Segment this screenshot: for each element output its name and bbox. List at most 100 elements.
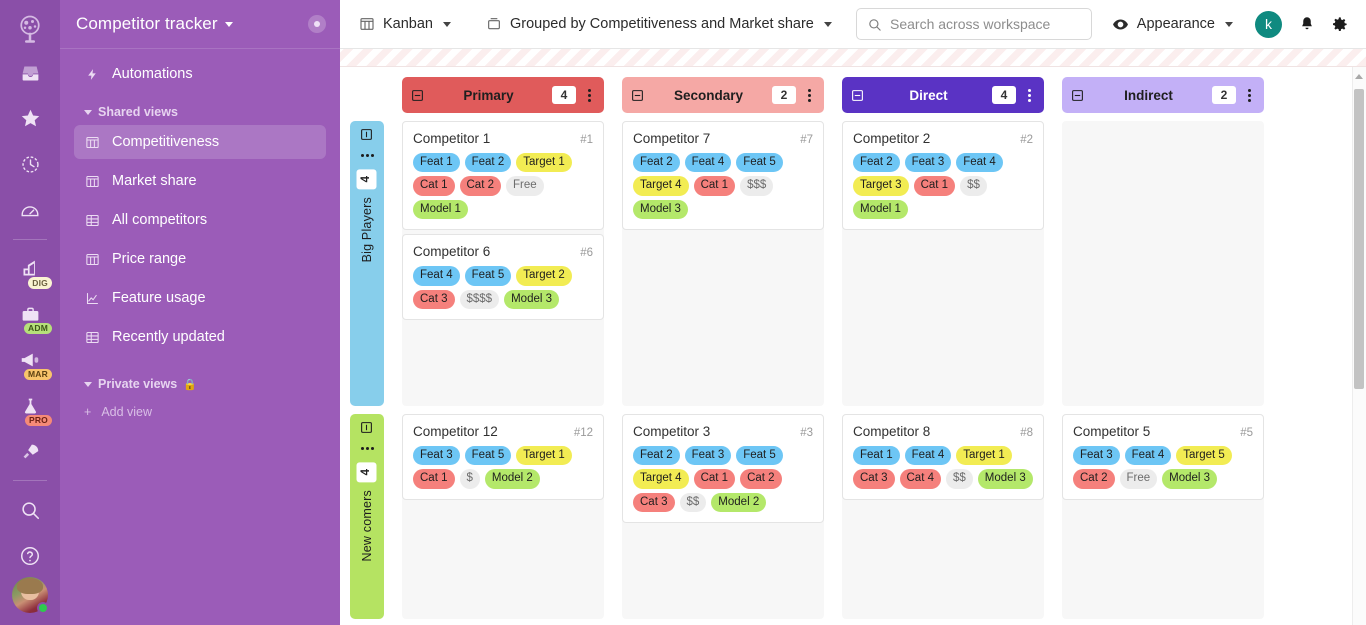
column-header-direct[interactable]: Direct 4 [842,77,1044,113]
swimlane-cell[interactable]: Competitor 1 #1 Feat 1 Feat 2 Target 1 Cat 1C… [402,121,604,406]
tag-cat: Cat 3 [413,289,455,309]
main-area: Kanban Grouped by Competitiveness and Ma… [340,0,1366,625]
appearance-button[interactable]: Appearance [1102,10,1243,39]
board-scroll-area: Primary 4 Secondary 2 Direct 4 Indirect 2 4 Big … [340,49,1366,625]
megaphone-icon[interactable]: MAR [8,339,52,381]
tag-price: $$$ [740,176,774,196]
card-number: #12 [573,427,593,439]
sidebar-item-label: Recently updated [112,329,225,345]
sidebar-item-price-range[interactable]: Price range [74,242,326,276]
sidebar-item-competitiveness[interactable]: Competitiveness [74,125,326,159]
rail-divider [13,238,47,240]
pin-icon[interactable] [308,15,326,33]
collapse-swimlane-icon[interactable] [360,128,374,142]
swimlane-cell[interactable]: Competitor 2 #2 Feat 2 Feat 3 Feat 4 Target 3… [842,121,1044,406]
card-tags: Feat 1 Feat 4 Target 1 Cat 3 Cat 4 $$ Model 3 [853,446,1033,489]
sidebar-item-feature-usage[interactable]: Feature usage [74,281,326,315]
column-menu-icon[interactable] [1022,88,1036,102]
sidebar-item-recently-updated[interactable]: Recently updated [74,320,326,354]
sidebar: Competitor tracker Automations Shared vi… [60,0,340,625]
swimlane-cell[interactable]: Competitor 12 #12 Feat 3 Feat 5 Target 1 Cat … [402,414,604,619]
swimlanes: 4 Big Players Competitor 1 #1 Feat 1 Feat 2 Ta… [340,121,1366,619]
collapse-column-icon[interactable] [1070,88,1085,103]
swimlane-cell[interactable]: Competitor 5 #5 Feat 3 Feat 4 Target 5 Cat 2F… [1062,414,1264,619]
search-input[interactable] [890,16,1081,32]
card[interactable]: Competitor 3 #3 Feat 2 Feat 3 Feat 5 Target 4… [622,414,824,524]
star-icon[interactable] [8,98,52,140]
card[interactable]: Competitor 6 #6 Feat 4 Feat 5 Target 2 Cat 3 $… [402,234,604,320]
grouping-button[interactable]: Grouped by Competitiveness and Market sh… [475,10,842,39]
scroll-up-arrow-icon[interactable] [1355,74,1363,79]
scrollbar-thumb[interactable] [1354,89,1364,389]
tag-model: Model 1 [413,199,468,220]
tag-target: Target 1 [516,153,572,173]
avatar[interactable] [12,576,49,614]
workspace-logo-icon[interactable] [10,10,50,48]
sidebar-item-all-competitors[interactable]: All competitors [74,203,326,237]
swimlane-cell[interactable]: Competitor 3 #3 Feat 2 Feat 3 Feat 5 Target 4… [622,414,824,619]
sidebar-group-label: Private views [98,377,178,391]
building-icon[interactable]: DIG [8,248,52,290]
bolt-icon [84,66,101,83]
view-type-button[interactable]: Kanban [348,10,461,39]
vertical-scrollbar[interactable] [1352,67,1366,625]
lock-icon: 🔒 [183,378,197,391]
app-icon-rail: DIG ADM MAR PRO [0,0,60,625]
group-icon [485,16,502,33]
dashboard-gauge-icon[interactable] [8,190,52,232]
card[interactable]: Competitor 7 #7 Feat 2 Feat 4 Feat 5 Target 4… [622,121,824,231]
column-name: Direct [909,87,948,103]
swimlane-menu-icon[interactable] [360,154,374,157]
column-header-secondary[interactable]: Secondary 2 [622,77,824,113]
card-title: Competitor 8 [853,424,931,439]
rocket-icon[interactable] [8,431,52,473]
column-header-indirect[interactable]: Indirect 2 [1062,77,1264,113]
swimlane-rail[interactable]: 4 New comers [350,414,384,619]
sidebar-item-automations[interactable]: Automations [74,57,326,91]
card[interactable]: Competitor 12 #12 Feat 3 Feat 5 Target 1 Cat … [402,414,604,500]
collapse-column-icon[interactable] [630,88,645,103]
column-count: 4 [992,86,1016,104]
collapse-column-icon[interactable] [850,88,865,103]
sidebar-group-shared-views[interactable]: Shared views [74,96,326,125]
card[interactable]: Competitor 5 #5 Feat 3 Feat 4 Target 5 Cat 2F… [1062,414,1264,500]
settings-gear-icon[interactable] [1326,16,1352,33]
card[interactable]: Competitor 1 #1 Feat 1 Feat 2 Target 1 Cat 1C… [402,121,604,231]
collapse-swimlane-icon[interactable] [360,421,374,435]
tag-feat: Feat 4 [1124,446,1172,466]
card[interactable]: Competitor 2 #2 Feat 2 Feat 3 Feat 4 Target 3… [842,121,1044,231]
swimlane-cell[interactable] [1062,121,1264,406]
notifications-bell-icon[interactable] [1294,16,1320,33]
card-header: Competitor 7 #7 [633,131,813,146]
rail-badge: MAR [24,368,52,381]
column-header-primary[interactable]: Primary 4 [402,77,604,113]
swimlane-menu-icon[interactable] [360,447,374,450]
sidebar-item-market-share[interactable]: Market share [74,164,326,198]
inbox-icon[interactable] [8,52,52,94]
swimlane-rail[interactable]: 4 Big Players [350,121,384,406]
tag-cat: Cat 3 [633,492,675,513]
collapse-column-icon[interactable] [410,88,425,103]
card[interactable]: Competitor 8 #8 Feat 1 Feat 4 Target 1 Cat 3C… [842,414,1044,500]
tag-feat: Feat 1 [413,153,460,173]
card-header: Competitor 8 #8 [853,424,1033,439]
add-view-button[interactable]: + Add view [74,397,326,427]
swimlane-cell[interactable]: Competitor 8 #8 Feat 1 Feat 4 Target 1 Cat 3C… [842,414,1044,619]
kanban-icon [84,251,101,268]
flask-icon[interactable]: PRO [8,385,52,427]
tag-feat: Feat 2 [464,153,512,173]
workspace-header[interactable]: Competitor tracker [60,0,340,49]
clock-history-icon[interactable] [8,144,52,186]
card-title: Competitor 5 [1073,424,1151,439]
user-avatar-button[interactable]: k [1255,10,1282,38]
help-icon[interactable] [8,535,52,577]
search-input-wrapper[interactable] [855,8,1092,40]
sidebar-group-private-views[interactable]: Private views 🔒 [74,359,326,397]
tag-price: $$ [960,176,987,196]
column-menu-icon[interactable] [582,88,596,102]
briefcase-icon[interactable]: ADM [8,294,52,336]
column-menu-icon[interactable] [1242,88,1256,102]
search-icon[interactable] [8,489,52,531]
swimlane-cell[interactable]: Competitor 7 #7 Feat 2 Feat 4 Feat 5 Target 4… [622,121,824,406]
column-menu-icon[interactable] [802,88,816,102]
